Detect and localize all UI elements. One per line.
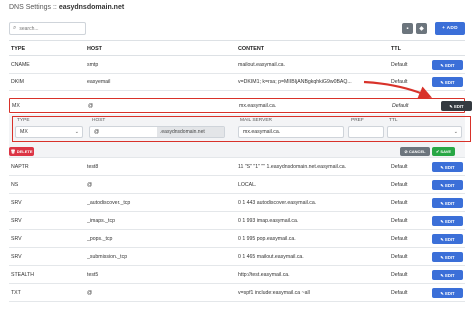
mail-server-input[interactable]: mx.easymail.ca. xyxy=(238,126,344,138)
record-ttl: Default xyxy=(391,272,408,278)
search-icon: ⌕ xyxy=(13,25,17,31)
edit-button[interactable]: ✎ EDIT xyxy=(432,162,463,172)
record-host: _submission._tcp xyxy=(87,254,128,260)
record-host: @ xyxy=(87,290,93,296)
table-row: SRV _submission._tcp 0 1 465 mailout.eas… xyxy=(9,249,465,266)
table-row: TXT @ v=spf1 include:easymail.ca ~all De… xyxy=(9,285,465,302)
record-host: @ xyxy=(87,182,93,188)
record-type: TXT xyxy=(11,290,21,296)
column-ttl: TTL xyxy=(391,46,401,52)
editor-label-mail-server: MAIL SERVER xyxy=(240,118,272,123)
cancel-button[interactable]: ⊘ CANCEL xyxy=(400,147,430,156)
record-ttl: Default xyxy=(391,254,408,260)
record-host: test8 xyxy=(87,164,99,170)
record-ttl: Default xyxy=(391,182,408,188)
record-ttl: Default xyxy=(391,218,408,224)
record-host: _imaps._tcp xyxy=(87,218,115,224)
column-type: TYPE xyxy=(11,46,26,52)
type-select-value: MX xyxy=(20,129,28,135)
host-input-value: @ xyxy=(94,129,100,135)
save-button[interactable]: ✔ SAVE xyxy=(432,147,455,156)
record-host: smtp xyxy=(87,62,99,68)
record-host: _autodiscover._tcp xyxy=(87,200,131,206)
record-ttl: Default xyxy=(391,164,408,170)
record-content: 0 1 993 imap.easymail.ca. xyxy=(238,218,299,224)
record-content: mailout.easymail.ca. xyxy=(238,62,285,68)
edit-button[interactable]: ✎ EDIT xyxy=(432,234,463,244)
record-content: v=spf1 include:easymail.ca ~all xyxy=(238,290,310,296)
editor-label-pref: PREF xyxy=(351,118,364,123)
record-host: @ xyxy=(88,103,94,109)
host-suffix: .easydnsdomain.net xyxy=(157,127,224,137)
edit-dropdown-button[interactable]: ✎ EDIT xyxy=(441,101,472,111)
table-row: CNAME smtp mailout.easymail.ca. Default … xyxy=(9,57,465,74)
annotation-arrow xyxy=(363,80,433,99)
column-content: CONTENT xyxy=(238,46,265,52)
record-content: 0 1 443 autodiscover.easymail.ca. xyxy=(238,200,317,206)
edit-button[interactable]: ✎ EDIT xyxy=(432,216,463,226)
editor-label-ttl: TTL xyxy=(389,118,398,123)
record-ttl: Default xyxy=(391,236,408,242)
delete-button[interactable]: 🗑 DELETE xyxy=(9,147,34,156)
record-type: DKIM xyxy=(11,79,24,85)
table-row: SRV _pops._tcp 0 1 995 pop.easymail.ca. … xyxy=(9,231,465,248)
record-ttl: Default xyxy=(391,62,408,68)
record-content: LOCAL. xyxy=(238,182,257,188)
table-header: TYPE HOST CONTENT TTL xyxy=(9,40,465,56)
edit-button[interactable]: ✎ EDIT xyxy=(432,270,463,280)
record-type: STEALTH xyxy=(11,272,34,278)
mail-server-value: mx.easymail.ca. xyxy=(243,129,281,135)
edit-button[interactable]: ✎ EDIT xyxy=(432,288,463,298)
toolbar: ⌕ ▪ ◆ + ADD xyxy=(9,22,465,36)
chevron-down-icon: ⌄ xyxy=(74,129,79,135)
record-type: NAPTR xyxy=(11,164,29,170)
edit-button[interactable]: ✎ EDIT xyxy=(432,252,463,262)
edit-button[interactable]: ✎ EDIT xyxy=(432,180,463,190)
record-type: SRV xyxy=(11,200,22,206)
record-type: NS xyxy=(11,182,19,188)
delete-selected-button[interactable]: ▪ xyxy=(402,23,413,34)
record-editor: TYPE HOST MAIL SERVER PREF TTL MX ⌄ @ .e… xyxy=(9,114,471,158)
table-row: SRV _imaps._tcp 0 1 993 imap.easymail.ca… xyxy=(9,213,465,230)
page-title: DNS Settings :: easydnsdomain.net xyxy=(9,4,124,14)
search-input[interactable] xyxy=(19,25,80,32)
column-host: HOST xyxy=(87,46,102,52)
record-ttl: Default xyxy=(391,290,408,296)
pref-input[interactable] xyxy=(348,126,384,138)
record-host: test5 xyxy=(87,272,99,278)
record-content: 0 1 465 mailout.easymail.ca. xyxy=(238,254,304,260)
type-select[interactable]: MX ⌄ xyxy=(15,126,83,138)
record-host: _pops._tcp xyxy=(87,236,113,242)
title-prefix: DNS Settings :: xyxy=(9,4,57,11)
edit-button[interactable]: ✎ EDIT xyxy=(432,60,463,70)
table-row: STEALTH test5 http://test.easymail.ca. D… xyxy=(9,267,465,284)
record-content: 11 "S" "1" "" 1.easydnsdomain.net.easyma… xyxy=(238,164,347,170)
table-row: SRV _autodiscover._tcp 0 1 443 autodisco… xyxy=(9,195,465,212)
record-type: CNAME xyxy=(11,62,30,68)
ttl-select[interactable]: ⌄ xyxy=(387,126,462,138)
record-content: http://test.easymail.ca. xyxy=(238,272,290,278)
table-row: NS @ LOCAL. Default ✎ EDIT xyxy=(9,177,465,194)
record-type: MX xyxy=(12,103,20,109)
domain-name: easydnsdomain.net xyxy=(58,4,125,11)
tag-button[interactable]: ◆ xyxy=(416,23,427,34)
record-type: SRV xyxy=(11,236,22,242)
tag-icon: ◆ xyxy=(419,26,424,32)
record-host: easyemail xyxy=(87,79,111,85)
record-content: 0 1 995 pop.easymail.ca. xyxy=(238,236,296,242)
search-box[interactable]: ⌕ xyxy=(9,22,86,35)
record-type: SRV xyxy=(11,218,22,224)
editor-label-host: HOST xyxy=(92,118,106,123)
table-row: NAPTR test8 11 "S" "1" "" 1.easydnsdomai… xyxy=(9,159,465,176)
record-type: SRV xyxy=(11,254,22,260)
add-record-button[interactable]: + ADD xyxy=(435,22,465,35)
chevron-down-icon: ⌄ xyxy=(453,129,458,135)
edit-button[interactable]: ✎ EDIT xyxy=(432,198,463,208)
trash-icon: ▪ xyxy=(406,25,409,32)
record-ttl: Default xyxy=(391,200,408,206)
editor-label-type: TYPE xyxy=(17,118,30,123)
